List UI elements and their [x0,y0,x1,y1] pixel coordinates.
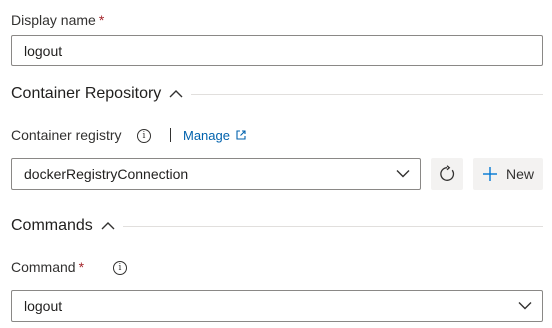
command-select[interactable]: logout [11,290,543,322]
section-divider [191,94,543,95]
refresh-icon [438,165,456,183]
manage-link[interactable]: Manage [183,127,246,143]
separator [170,128,171,142]
external-link-icon [236,130,246,140]
chevron-up-icon [101,221,115,231]
info-icon[interactable]: i [113,261,127,275]
refresh-button[interactable] [431,158,463,190]
command-label: Command * [11,259,84,275]
chevron-down-icon [518,302,532,311]
command-label-text: Command [11,259,76,275]
container-registry-value: dockerRegistryConnection [24,166,189,182]
commands-header[interactable]: Commands [11,216,115,236]
command-value: logout [24,298,63,314]
new-button-label: New [505,166,534,182]
new-button[interactable]: New [473,158,543,190]
chevron-up-icon [169,89,183,99]
container-repository-title: Container Repository [11,85,162,102]
commands-title: Commands [11,217,93,234]
container-repository-header[interactable]: Container Repository [11,84,183,104]
display-name-label: Display name * [11,12,104,28]
container-registry-label: Container registry [11,127,122,143]
section-divider [123,226,543,227]
chevron-down-icon [396,170,410,179]
container-registry-select[interactable]: dockerRegistryConnection [11,158,421,190]
plus-icon [482,166,498,182]
required-mark: * [98,12,105,28]
info-icon[interactable]: i [137,129,151,143]
display-name-input[interactable]: logout [11,35,543,66]
display-name-value: logout [24,42,63,59]
display-name-label-text: Display name [11,12,96,28]
required-mark: * [78,259,85,275]
manage-link-label: Manage [183,127,230,143]
